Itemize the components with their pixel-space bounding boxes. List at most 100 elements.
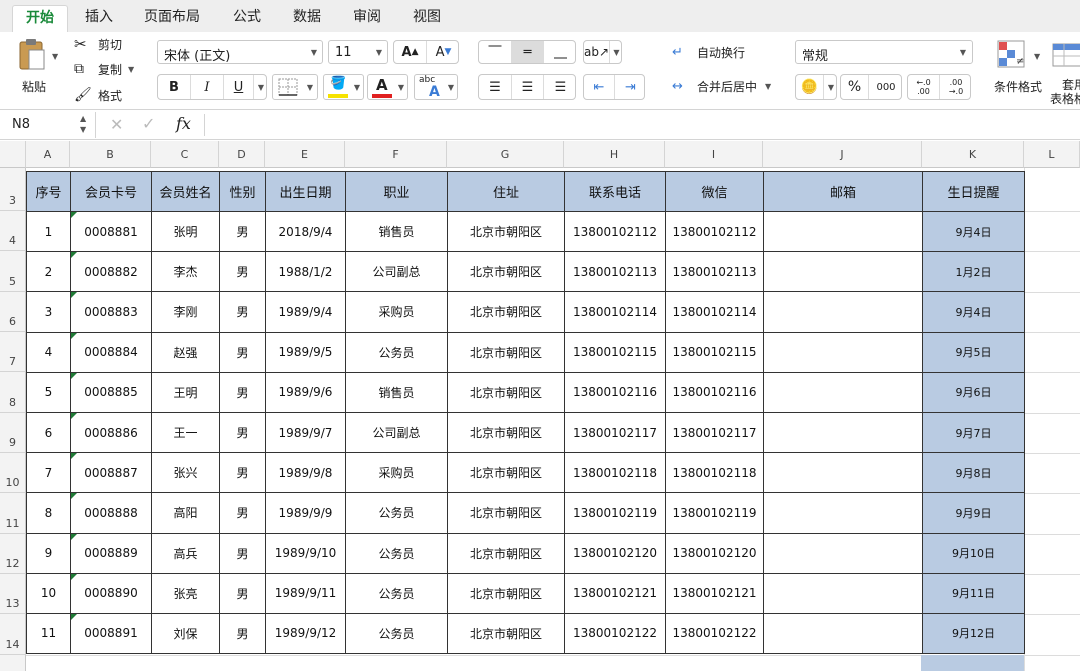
conditional-format-dropdown-icon[interactable]: ▼ (1034, 52, 1040, 61)
cell-index[interactable]: 8 (26, 492, 71, 534)
cell-birthday-reminder[interactable]: 9月5日 (922, 331, 1025, 373)
cell-name[interactable]: 张兴 (151, 452, 220, 494)
increase-decimal-button[interactable]: ←.0 .00 (908, 75, 940, 99)
tab-view[interactable]: 视图 (402, 5, 452, 32)
cell-birth-date[interactable]: 1989/9/5 (265, 331, 346, 373)
tab-insert[interactable]: 插入 (76, 5, 122, 32)
cell-birth-date[interactable]: 1989/9/10 (265, 532, 346, 574)
cell-card-no[interactable]: 0008890 (70, 572, 152, 614)
cell-email[interactable] (763, 411, 923, 454)
cell-occupation[interactable]: 公司副总 (345, 251, 448, 293)
row-header-7[interactable]: 7 (0, 332, 26, 372)
align-top-icon[interactable]: ⎺ (479, 41, 512, 63)
align-middle-icon[interactable]: ═ (512, 41, 544, 63)
cell-address[interactable]: 北京市朝阳区 (447, 452, 565, 494)
cell-birthday-reminder[interactable]: 9月7日 (922, 411, 1025, 454)
cell-index[interactable]: 11 (26, 612, 71, 655)
align-left-icon[interactable]: ☰ (479, 75, 512, 99)
cell-birthday-reminder[interactable]: 9月11日 (922, 572, 1025, 614)
cell-card-no[interactable]: 0008883 (70, 291, 152, 333)
column-header-h[interactable]: H (564, 141, 665, 168)
cell-wechat[interactable]: 13800102112 (665, 210, 764, 253)
cell-index[interactable]: 9 (26, 532, 71, 574)
cell-address[interactable]: 北京市朝阳区 (447, 411, 565, 454)
cell-occupation[interactable]: 采购员 (345, 452, 448, 494)
cell-occupation[interactable]: 公务员 (345, 492, 448, 534)
column-header-k[interactable]: K (922, 141, 1024, 168)
cell-gender[interactable]: 男 (219, 411, 266, 454)
row-header-5[interactable]: 5 (0, 251, 26, 292)
cell-email[interactable] (763, 210, 923, 253)
cut-button[interactable]: ✂ 剪切 (74, 35, 122, 53)
cell-birthday-reminder[interactable]: 9月4日 (922, 210, 1025, 253)
number-format-select[interactable]: 常规 ▼ (795, 40, 973, 64)
cell-birthday-reminder[interactable]: 9月6日 (922, 371, 1025, 413)
row-header-4[interactable]: 4 (0, 211, 26, 251)
cell-wechat[interactable]: 13800102118 (665, 452, 764, 494)
row-header-12[interactable]: 12 (0, 534, 26, 574)
column-header-d[interactable]: D (219, 141, 265, 168)
cell-email[interactable] (763, 452, 923, 494)
cell-card-no[interactable]: 0008885 (70, 371, 152, 413)
cell-occupation[interactable]: 公务员 (345, 532, 448, 574)
cell-birth-date[interactable]: 1989/9/11 (265, 572, 346, 614)
cell-birth-date[interactable]: 1989/9/9 (265, 492, 346, 534)
row-header-14[interactable]: 14 (0, 614, 26, 655)
cell-wechat[interactable]: 13800102121 (665, 572, 764, 614)
cancel-entry-icon[interactable]: ✕ (110, 115, 123, 134)
cell-gender[interactable]: 男 (219, 210, 266, 253)
cell-birth-date[interactable]: 1988/1/2 (265, 251, 346, 293)
header-cell-card-no[interactable]: 会员卡号 (70, 171, 152, 212)
decrease-indent-icon[interactable]: ⇤ (584, 75, 615, 99)
row-header-13[interactable]: 13 (0, 574, 26, 614)
cell-wechat[interactable]: 13800102114 (665, 291, 764, 333)
column-header-c[interactable]: C (151, 141, 219, 168)
cell-gender[interactable]: 男 (219, 371, 266, 413)
cell-name[interactable]: 李杰 (151, 251, 220, 293)
row-header-10[interactable]: 10 (0, 453, 26, 493)
cell-card-no[interactable]: 0008887 (70, 452, 152, 494)
decrease-decimal-button[interactable]: .00 →.0 (940, 75, 972, 99)
row-header-6[interactable]: 6 (0, 292, 26, 332)
cell-name[interactable]: 王明 (151, 371, 220, 413)
conditional-format-icon-button[interactable]: ≠ (995, 38, 1031, 72)
cell-birthday-reminder[interactable]: 9月4日 (922, 291, 1025, 333)
cell-birth-date[interactable]: 1989/9/6 (265, 371, 346, 413)
cell-phone[interactable]: 13800102117 (564, 411, 666, 454)
header-cell-wechat[interactable]: 微信 (665, 171, 764, 212)
cell-gender[interactable]: 男 (219, 331, 266, 373)
align-right-icon[interactable]: ☰ (544, 75, 577, 99)
cell-card-no[interactable]: 0008881 (70, 210, 152, 253)
cell-wechat[interactable]: 13800102117 (665, 411, 764, 454)
decrease-font-size-icon[interactable]: A ▼ (427, 41, 460, 63)
tab-review[interactable]: 审阅 (342, 5, 392, 32)
cell-name[interactable]: 赵强 (151, 331, 220, 373)
cell-address[interactable]: 北京市朝阳区 (447, 251, 565, 293)
header-cell-name[interactable]: 会员姓名 (151, 171, 220, 212)
cell-card-no[interactable]: 0008891 (70, 612, 152, 655)
copy-dropdown-icon[interactable]: ▼ (128, 65, 134, 74)
cell-email[interactable] (763, 251, 923, 293)
column-header-j[interactable]: J (763, 141, 922, 168)
cell-occupation[interactable]: 公司副总 (345, 411, 448, 454)
copy-button[interactable]: ⧉ 复制 ▼ (74, 60, 134, 78)
cell-card-no[interactable]: 0008882 (70, 251, 152, 293)
cell-birth-date[interactable]: 1989/9/12 (265, 612, 346, 655)
accounting-format-button[interactable]: 🪙 ▼ (795, 74, 837, 100)
column-header-g[interactable]: G (447, 141, 564, 168)
cell-name[interactable]: 刘保 (151, 612, 220, 655)
percent-button[interactable]: % (841, 75, 869, 99)
column-header-e[interactable]: E (265, 141, 345, 168)
cell-index[interactable]: 5 (26, 371, 71, 413)
cell-index[interactable]: 3 (26, 291, 71, 333)
confirm-entry-icon[interactable]: ✓ (142, 114, 155, 133)
cell-wechat[interactable]: 13800102119 (665, 492, 764, 534)
cell-email[interactable] (763, 371, 923, 413)
cell-gender[interactable]: 男 (219, 492, 266, 534)
wrap-text-button[interactable]: ↵ 自动换行 (672, 42, 745, 62)
cell-email[interactable] (763, 331, 923, 373)
cell-name[interactable]: 高阳 (151, 492, 220, 534)
cell-phone[interactable]: 13800102121 (564, 572, 666, 614)
insert-function-button[interactable]: fx (176, 114, 191, 133)
cell-gender[interactable]: 男 (219, 452, 266, 494)
